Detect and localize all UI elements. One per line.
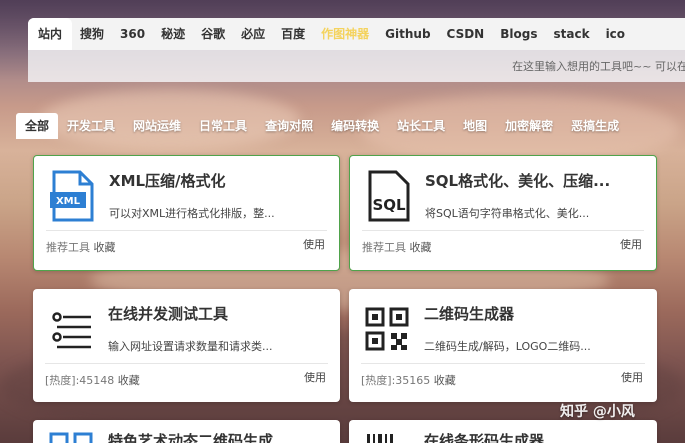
tab-csdn[interactable]: CSDN <box>439 18 493 50</box>
tab-site[interactable]: 站内 <box>28 18 73 50</box>
tool-card-title: 二维码生成器 <box>424 305 515 323</box>
use-button[interactable]: 使用 <box>303 236 325 252</box>
search-engine-tabs: 站内 搜狗 360 秘迹 谷歌 必应 百度 作图神器 Github CSDN B… <box>28 18 685 50</box>
tab-google[interactable]: 谷歌 <box>193 18 233 50</box>
list-icon <box>49 303 95 355</box>
category-bar: 全部 开发工具 网站运维 日常工具 查询对照 编码转换 站长工具 地图 加密解密… <box>16 113 685 139</box>
sql-icon: SQL <box>366 170 412 222</box>
tool-card-title: 在线并发测试工具 <box>108 305 229 323</box>
category-encoding[interactable]: 编码转换 <box>322 113 388 139</box>
tool-card-tag: 推荐工具 <box>362 241 406 254</box>
tool-card-title: 在线条形码生成器 <box>424 432 545 443</box>
tool-card-art-qrcode[interactable]: 特色艺术动态二维码生成 <box>33 420 340 443</box>
tool-card-desc: 输入网址设置请求数量和请求类... <box>108 340 273 353</box>
category-lookup[interactable]: 查询对照 <box>256 113 322 139</box>
tool-card-tag: 推荐工具 <box>46 241 90 254</box>
tool-card-title: SQL格式化、美化、压缩... <box>425 172 611 190</box>
category-ops[interactable]: 网站运维 <box>124 113 190 139</box>
category-map[interactable]: 地图 <box>454 113 496 139</box>
category-dev-tools[interactable]: 开发工具 <box>58 113 124 139</box>
divider <box>361 363 645 364</box>
category-webmaster[interactable]: 站长工具 <box>388 113 454 139</box>
barcode-icon <box>365 430 411 443</box>
divider <box>45 363 328 364</box>
qrcode-icon <box>49 430 95 443</box>
tool-card-xml[interactable]: XML XML压缩/格式化 可以对XML进行格式化排版，整... 推荐工具 收藏… <box>33 155 340 271</box>
tool-card-sql[interactable]: SQL SQL格式化、美化、压缩... 将SQL语句字符串格式化、美化... 推… <box>349 155 657 271</box>
qrcode-icon <box>365 303 411 355</box>
divider <box>46 230 327 231</box>
tab-360[interactable]: 360 <box>112 18 153 50</box>
tool-card-qrcode[interactable]: 二维码生成器 二维码生成/解码，LOGO二维码... [热度]:35165 收藏… <box>349 289 657 402</box>
divider <box>362 230 644 231</box>
tool-card-desc: 将SQL语句字符串格式化、美化... <box>425 207 590 220</box>
tool-card-meta: [热度]:45148 收藏 <box>45 372 140 388</box>
svg-text:SQL: SQL <box>372 196 406 214</box>
tab-baidu[interactable]: 百度 <box>273 18 313 50</box>
tab-bing[interactable]: 必应 <box>233 18 273 50</box>
category-all[interactable]: 全部 <box>16 113 59 139</box>
tool-card-meta: 推荐工具 收藏 <box>362 239 432 255</box>
use-button[interactable]: 使用 <box>304 369 326 385</box>
favorite-link[interactable]: 收藏 <box>118 374 140 387</box>
favorite-link[interactable]: 收藏 <box>410 241 432 254</box>
tab-miji[interactable]: 秘迹 <box>153 18 193 50</box>
tool-card-desc: 二维码生成/解码，LOGO二维码... <box>424 340 591 353</box>
tab-zuotu[interactable]: 作图神器 <box>313 18 377 50</box>
tool-card-barcode[interactable]: 在线条形码生成器 <box>349 420 657 443</box>
category-crypto[interactable]: 加密解密 <box>496 113 562 139</box>
category-daily[interactable]: 日常工具 <box>190 113 256 139</box>
tool-card-title: 特色艺术动态二维码生成 <box>108 432 274 443</box>
favorite-link[interactable]: 收藏 <box>434 374 456 387</box>
search-input[interactable] <box>28 50 685 82</box>
tool-card-hotness: [热度]:35165 <box>361 374 431 387</box>
tab-stack[interactable]: stack <box>545 18 597 50</box>
tool-card-concurrency[interactable]: 在线并发测试工具 输入网址设置请求数量和请求类... [热度]:45148 收藏… <box>33 289 340 402</box>
use-button[interactable]: 使用 <box>620 236 642 252</box>
tab-sogou[interactable]: 搜狗 <box>72 18 112 50</box>
tab-blogs[interactable]: Blogs <box>492 18 545 50</box>
svg-text:XML: XML <box>56 196 81 207</box>
tool-card-title: XML压缩/格式化 <box>109 172 226 190</box>
tab-github[interactable]: Github <box>377 18 438 50</box>
tool-card-meta: 推荐工具 收藏 <box>46 239 116 255</box>
favorite-link[interactable]: 收藏 <box>94 241 116 254</box>
search-box <box>28 50 685 82</box>
category-fun[interactable]: 恶搞生成 <box>562 113 628 139</box>
xml-file-icon: XML <box>50 170 96 222</box>
watermark: 知乎 @小风 <box>560 404 635 420</box>
tab-ico[interactable]: ico <box>598 18 633 50</box>
tool-card-hotness: [热度]:45148 <box>45 374 115 387</box>
use-button[interactable]: 使用 <box>621 369 643 385</box>
tool-card-meta: [热度]:35165 收藏 <box>361 372 456 388</box>
tool-card-desc: 可以对XML进行格式化排版，整... <box>109 207 275 220</box>
